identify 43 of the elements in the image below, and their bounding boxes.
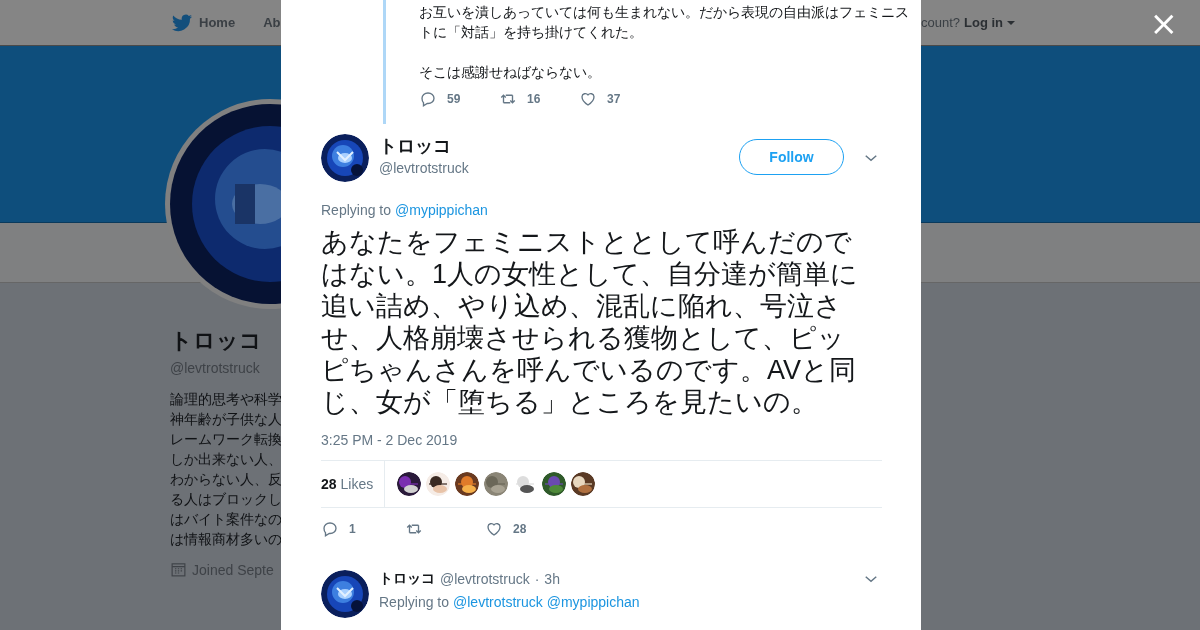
action-count: 37 — [607, 92, 621, 106]
calendar-icon — [170, 561, 187, 578]
likes-label: Likes — [340, 476, 374, 492]
mention-link[interactable]: @mypippichan — [395, 202, 488, 218]
heart-icon[interactable] — [485, 520, 503, 538]
bio-text: わからない人、反 — [170, 470, 281, 489]
tweet-time[interactable]: 3h — [544, 571, 560, 587]
bio-text: レームワーク転換 — [170, 430, 281, 449]
nav-link[interactable]: Ab — [263, 15, 281, 30]
reply-icon[interactable] — [321, 520, 339, 538]
mention-link[interactable]: @levtrotstruck — [453, 594, 543, 610]
bio-text: 神年齢が子供な人 — [170, 410, 281, 429]
action-count: 16 — [527, 92, 541, 106]
user-handle[interactable]: @levtrotstruck — [379, 160, 739, 176]
user-handle[interactable]: @levtrotstruck — [440, 571, 530, 587]
bio-text: る人はブロックし — [170, 490, 281, 509]
bio-text: しか出来ない人、 — [170, 450, 281, 469]
user-name[interactable]: トロッコ — [379, 134, 739, 158]
login-prompt: count? — [920, 15, 960, 30]
replying-label: Replying to — [321, 202, 392, 218]
heart-icon[interactable] — [579, 90, 597, 108]
caret-icon[interactable] — [1007, 20, 1015, 25]
user-name[interactable]: トロッコ — [379, 570, 435, 588]
reply-icon[interactable] — [419, 90, 437, 108]
login-link[interactable]: Log in — [964, 15, 1003, 30]
close-button[interactable]: × — [1149, 6, 1178, 40]
bio-text: 論理的思考や科学 — [170, 390, 281, 409]
action-count: 59 — [447, 92, 461, 106]
follow-button[interactable]: Follow — [739, 139, 844, 175]
tweet-text: あなたをフェミニストととして呼んだのではない。1人の女性として、自分達が簡単に追い詰め、やり込め、混乱に陥れ、号泣させ、人格崩壊させられる獲物として、ピッピちゃんさんを呼んでいるのです。AVと同じ、女が「堕ちる」ところを見たいの。 — [321, 226, 860, 418]
profile-name: トロッコ — [170, 327, 263, 355]
bio-text: はバイト案件なの — [170, 510, 281, 529]
like-count: 28 — [321, 476, 337, 492]
action-count: 28 — [513, 522, 527, 536]
tweet-text: そこは感謝せねばならない。 — [419, 63, 602, 82]
separator-dot: · — [534, 571, 540, 587]
bio-text: は情報商材多いの — [170, 530, 281, 549]
mention-link[interactable]: @mypippichan — [546, 594, 640, 610]
action-count: 1 — [349, 522, 356, 536]
replying-label: Replying to — [379, 594, 450, 610]
tweet-text: お互いを潰しあっていては何も生まれない。だから表現の自由派はフェミニストに「対話」を持ち掛けてくれた。 — [419, 3, 910, 42]
tweet-timestamp[interactable]: 3:25 PM - 2 Dec 2019 — [321, 432, 882, 448]
nav-link[interactable]: Home — [199, 15, 236, 30]
